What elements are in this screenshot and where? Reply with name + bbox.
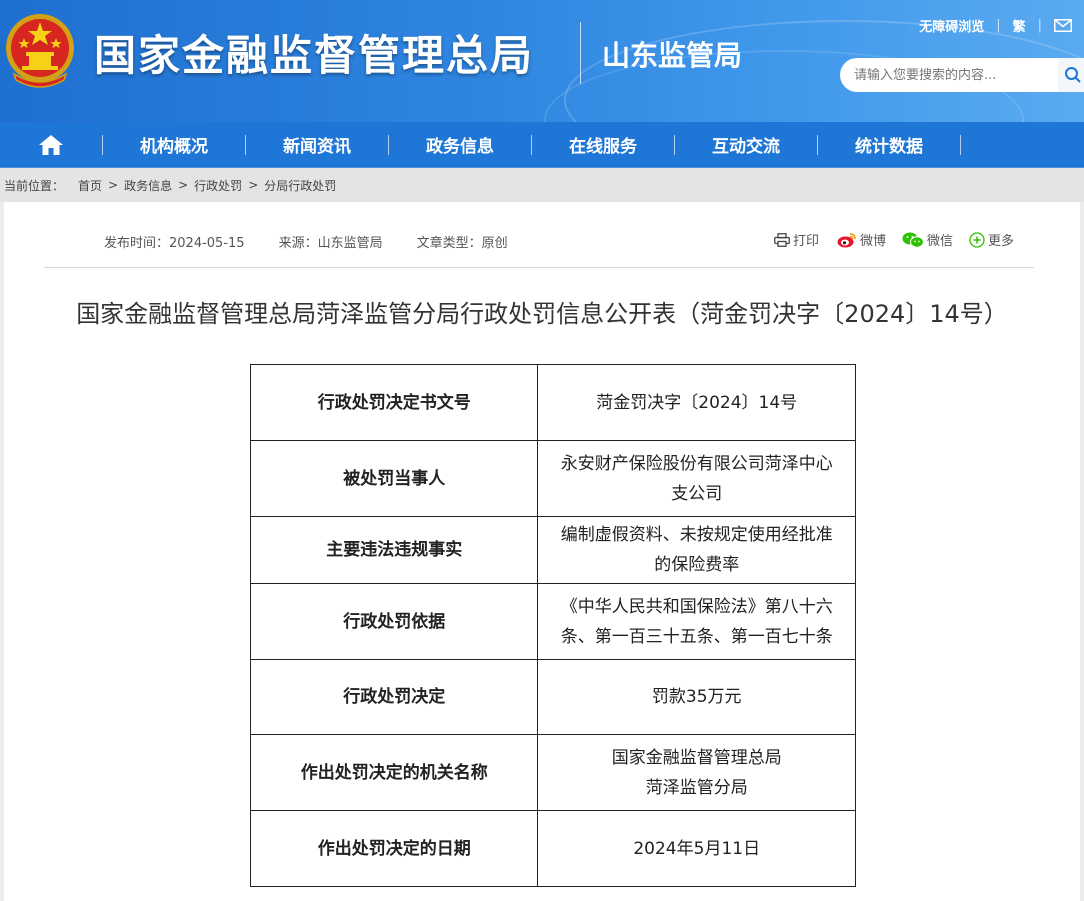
row-value: 永安财产保险股份有限公司菏泽中心 支公司: [537, 440, 856, 517]
row-key: 行政处罚决定书文号: [249, 364, 539, 441]
breadcrumb-separator: >: [108, 178, 119, 192]
row-value-line: 永安财产保险股份有限公司菏泽中心: [560, 453, 833, 474]
penalty-info-table: 行政处罚决定书文号 菏金罚决字〔2024〕14号 被处罚当事人 永安财产保险股份…: [249, 364, 856, 887]
title-divider: [580, 22, 581, 84]
mail-icon[interactable]: [1054, 19, 1072, 32]
nav-item-government-info[interactable]: 政务信息: [389, 122, 531, 168]
row-value-line: 国家金融监督管理总局: [611, 747, 782, 768]
breadcrumb-branch-penalties[interactable]: 分局行政处罚: [264, 177, 336, 194]
row-value: 罚款35万元: [537, 659, 856, 735]
link-separator: |: [996, 18, 1001, 33]
divider: [44, 267, 1034, 268]
table-row: 主要违法违规事实 编制虚假资料、未按规定使用经批准 的保险费率: [249, 516, 856, 584]
breadcrumb-separator: >: [178, 178, 189, 192]
article-content: 发布时间：2024-05-15 来源：山东监管局 文章类型：原创 打印 微博 微…: [4, 202, 1080, 901]
row-value-line: 编制虚假资料、未按规定使用经批准: [560, 525, 833, 545]
wechat-share-button[interactable]: 微信: [902, 230, 953, 249]
table-row: 行政处罚依据 《中华人民共和国保险法》第八十六 条、第一百三十五条、第一百七十条: [249, 583, 856, 660]
accessibility-link[interactable]: 无障碍浏览: [919, 16, 984, 35]
row-key: 被处罚当事人: [249, 440, 539, 517]
table-row: 被处罚当事人 永安财产保险股份有限公司菏泽中心 支公司: [249, 440, 856, 517]
row-key: 作出处罚决定的机关名称: [249, 734, 539, 811]
national-emblem-icon: [6, 14, 74, 88]
search-input[interactable]: [840, 67, 1050, 83]
share-bar: 打印 微博 微信 更多: [774, 230, 1024, 249]
table-row: 作出处罚决定的机关名称 国家金融监督管理总局 菏泽监管分局: [249, 734, 856, 811]
breadcrumb-government-info[interactable]: 政务信息: [124, 177, 172, 194]
print-button[interactable]: 打印: [774, 230, 819, 249]
table-row: 作出处罚决定的日期 2024年5月11日: [249, 810, 856, 887]
nav-separator: [960, 134, 961, 155]
article-source: 来源：山东监管局: [278, 236, 383, 251]
traditional-chinese-link[interactable]: 繁: [1013, 16, 1026, 35]
row-value-line: 条、第一百三十五条、第一百七十条: [560, 626, 833, 647]
breadcrumb: 当前位置： 首页 > 政务信息 > 行政处罚 > 分局行政处罚: [0, 168, 1084, 202]
row-value-line: 支公司: [671, 483, 723, 504]
search-icon: [1065, 67, 1081, 83]
weibo-label: 微博: [860, 234, 887, 249]
sub-title[interactable]: 山东监管局: [602, 34, 742, 74]
wechat-icon: [902, 232, 925, 248]
row-key: 作出处罚决定的日期: [249, 810, 539, 887]
row-key: 行政处罚决定: [249, 659, 539, 735]
row-value: 菏金罚决字〔2024〕14号: [537, 364, 856, 441]
breadcrumb-separator: >: [248, 178, 259, 192]
weibo-share-button[interactable]: 微博: [837, 230, 886, 249]
site-title[interactable]: 国家金融监督管理总局: [94, 22, 534, 83]
more-share-button[interactable]: 更多: [969, 230, 1014, 249]
main-nav: 机构概况 新闻资讯 政务信息 在线服务 互动交流 统计数据: [0, 122, 1084, 168]
home-icon: [39, 134, 63, 155]
row-value: 国家金融监督管理总局 菏泽监管分局: [537, 734, 856, 811]
breadcrumb-label: 当前位置：: [4, 178, 65, 193]
article-title: 国家金融监督管理总局菏泽监管分局行政处罚信息公开表（菏金罚决字〔2024〕14号…: [76, 300, 1008, 328]
nav-item-interaction[interactable]: 互动交流: [675, 122, 817, 168]
wechat-label: 微信: [927, 234, 954, 249]
article-meta: 发布时间：2024-05-15 来源：山东监管局 文章类型：原创: [104, 232, 542, 251]
breadcrumb-penalties[interactable]: 行政处罚: [194, 177, 242, 194]
search-button[interactable]: [1058, 58, 1084, 92]
row-key: 行政处罚依据: [249, 583, 539, 660]
nav-home[interactable]: [0, 122, 102, 168]
breadcrumb-home[interactable]: 首页: [78, 177, 102, 194]
table-row: 行政处罚决定书文号 菏金罚决字〔2024〕14号: [249, 364, 856, 441]
nav-item-online-services[interactable]: 在线服务: [532, 122, 674, 168]
more-label: 更多: [988, 234, 1015, 249]
row-value: 2024年5月11日: [537, 810, 856, 887]
publish-time: 发布时间：2024-05-15: [104, 236, 245, 251]
site-header: 国家金融监督管理总局 山东监管局 无障碍浏览 | 繁 |: [0, 0, 1084, 122]
row-value-line: 菏泽监管分局: [645, 777, 748, 798]
row-value-line: 的保险费率: [654, 555, 740, 575]
search-box: [840, 58, 1084, 92]
link-separator: |: [1037, 18, 1042, 33]
row-value: 《中华人民共和国保险法》第八十六 条、第一百三十五条、第一百七十条: [537, 583, 856, 660]
nav-item-statistics[interactable]: 统计数据: [818, 122, 960, 168]
printer-icon: [774, 232, 790, 247]
top-links: 无障碍浏览 | 繁 |: [919, 16, 1072, 35]
row-value-line: 《中华人民共和国保险法》第八十六: [560, 596, 833, 617]
nav-item-news[interactable]: 新闻资讯: [246, 122, 388, 168]
row-value: 编制虚假资料、未按规定使用经批准 的保险费率: [537, 516, 856, 584]
table-row: 行政处罚决定 罚款35万元: [249, 659, 856, 735]
weibo-icon: [837, 232, 856, 247]
nav-item-about[interactable]: 机构概况: [103, 122, 245, 168]
row-key: 主要违法违规事实: [249, 516, 539, 584]
print-label: 打印: [793, 234, 820, 249]
article-type: 文章类型：原创: [416, 236, 508, 251]
plus-circle-icon: [969, 231, 985, 248]
